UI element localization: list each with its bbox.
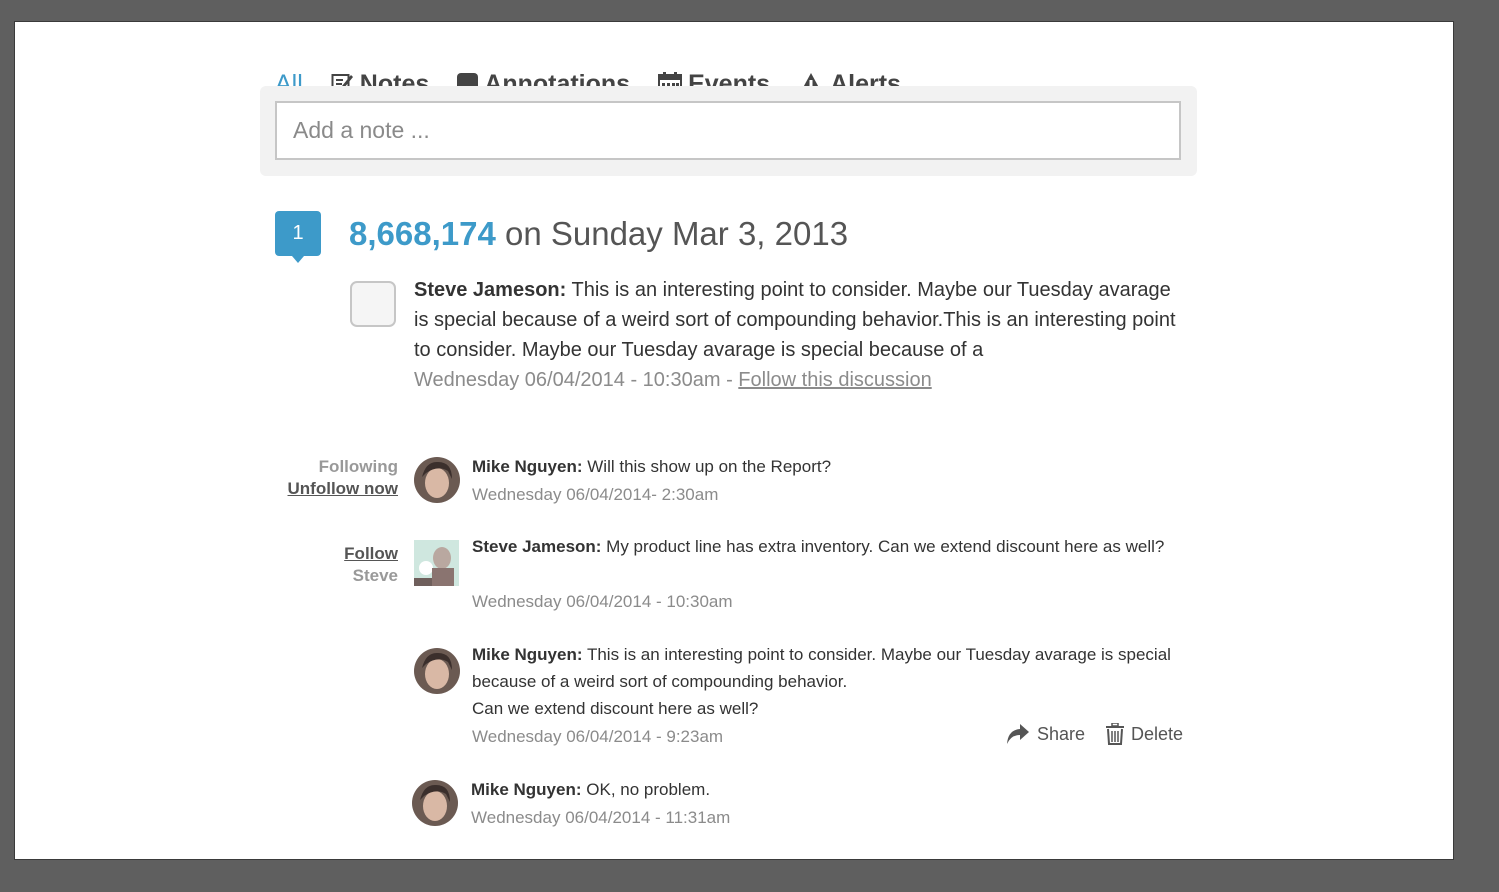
delete-label: Delete: [1131, 723, 1184, 744]
reply-author: Mike Nguyen:: [471, 780, 582, 799]
follow-link[interactable]: Follow: [344, 544, 398, 563]
avatar: [412, 780, 458, 826]
following-label: Following: [318, 457, 398, 476]
trash-icon: [1106, 723, 1124, 745]
main-comment-timestamp: Wednesday 06/04/2014 - 10:30am -: [414, 369, 739, 391]
share-label: Share: [1037, 723, 1086, 744]
annotation-title: 8,668,174 on Sunday Mar 3, 2013: [349, 215, 848, 253]
share-button[interactable]: Share: [1006, 723, 1085, 745]
reply-author: Mike Nguyen:: [472, 645, 583, 664]
reply-body: Will this show up on the Report?: [582, 457, 832, 476]
add-note-input[interactable]: [275, 101, 1181, 160]
unfollow-link[interactable]: Unfollow now: [288, 479, 398, 498]
avatar: [414, 540, 459, 586]
notes-panel: All Notes Annotations Events Alerts Add …: [14, 21, 1454, 860]
annotation-count-badge[interactable]: 1: [275, 211, 321, 263]
reply-timestamp: Wednesday 06/04/2014 - 10:30am: [472, 592, 733, 611]
reply-timestamp: Wednesday 06/04/2014 - 11:31am: [471, 808, 731, 827]
avatar: [414, 648, 460, 694]
reply-body-line2: Can we extend discount here as well?: [472, 699, 759, 718]
reply-timestamp: Wednesday 06/04/2014 - 9:23am: [472, 727, 724, 746]
reply-author: Steve Jameson:: [472, 537, 602, 556]
follow-discussion-link[interactable]: Follow this discussion: [738, 369, 931, 391]
delete-button[interactable]: Delete: [1106, 723, 1183, 745]
select-annotation-checkbox[interactable]: [350, 281, 396, 327]
reply-body: OK, no problem.: [581, 780, 711, 799]
reply-text: Mike Nguyen: OK, no problem.: [471, 776, 1183, 803]
reply-text: Mike Nguyen: Will this show up on the Re…: [472, 453, 1192, 480]
reply-timestamp: Wednesday 06/04/2014- 2:30am: [472, 485, 719, 504]
follow-user: Follow Steve: [258, 543, 398, 587]
main-comment: Steve Jameson: This is an interesting po…: [414, 275, 1184, 365]
main-comment-author: Steve Jameson:: [414, 279, 567, 301]
follow-user-name: Steve: [352, 566, 398, 585]
following-status: Following Unfollow now: [258, 456, 398, 500]
reply-text: Steve Jameson: My product line has extra…: [472, 533, 1184, 560]
avatar: [414, 457, 460, 503]
reply-author: Mike Nguyen:: [472, 457, 583, 476]
reply-body: My product line has extra inventory. Can…: [601, 537, 1165, 556]
reply-text: Mike Nguyen: This is an interesting poin…: [472, 641, 1184, 722]
main-comment-meta: Wednesday 06/04/2014 - 10:30am - Follow …: [414, 369, 932, 392]
annotation-date: on Sunday Mar 3, 2013: [495, 215, 849, 252]
share-icon: [1007, 724, 1029, 744]
annotation-value: 8,668,174: [349, 215, 496, 252]
note-composer: [260, 86, 1197, 176]
